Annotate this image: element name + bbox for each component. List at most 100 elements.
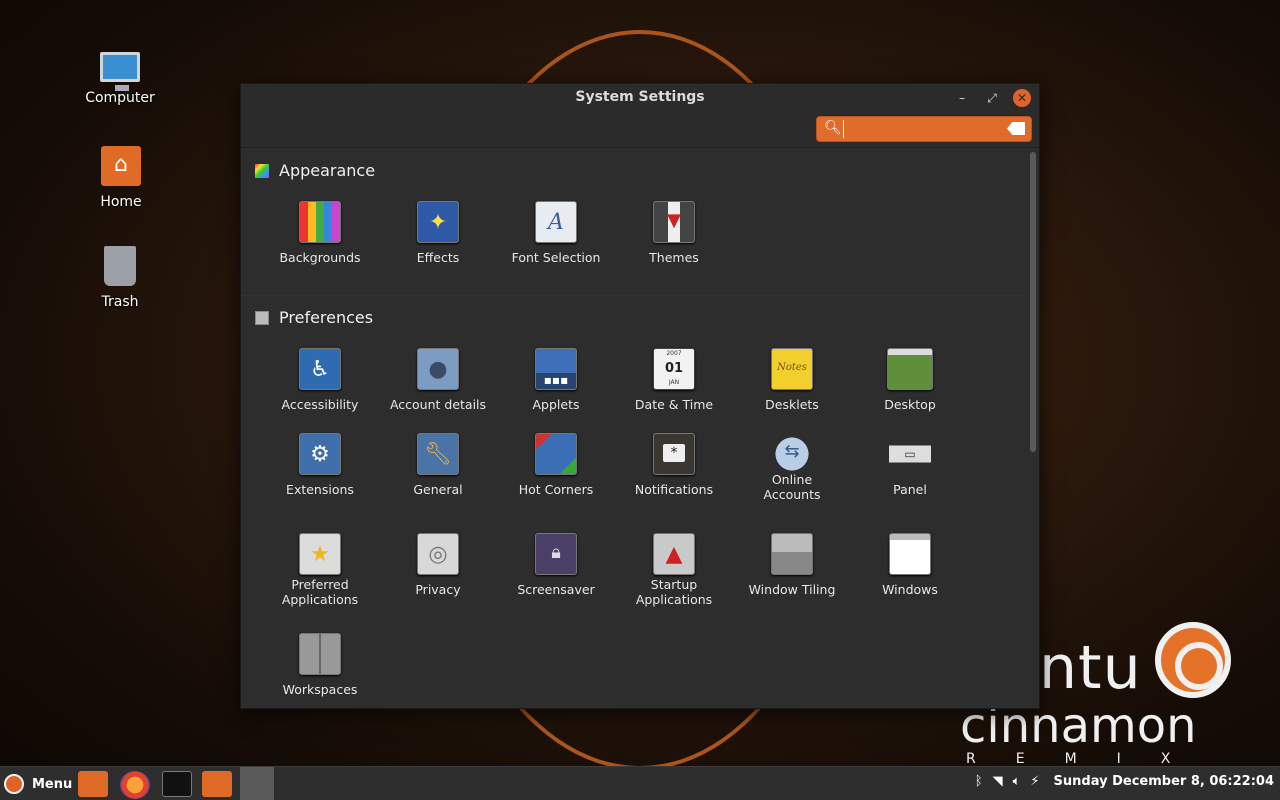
calendar-year: 2007 [666,350,682,357]
notification-icon: * [653,433,695,475]
search-icon: 🔍︎ [824,120,842,136]
backgrounds-icon [299,201,341,243]
menu-button[interactable]: Menu [4,773,72,795]
settings-item-label: Backgrounds [279,250,361,265]
section-title: Appearance [279,161,376,180]
system-settings-taskbar-icon[interactable] [240,767,274,800]
search-input[interactable] [843,120,1003,138]
settings-item-label: Font Selection [511,250,601,265]
settings-item-label: Startup Applications [635,577,713,607]
accessibility-icon: ♿︎ [299,348,341,390]
settings-item-label: Themes [649,250,699,265]
settings-item-label: Applets [532,397,580,412]
settings-scrollbar[interactable] [1030,152,1036,452]
maximize-button[interactable]: ⤢ [983,89,1001,107]
settings-item-themes[interactable]: ▼ Themes [615,201,733,265]
settings-item-windows[interactable]: Windows [851,533,969,597]
window-toolbar: 🔍︎ [241,112,1039,148]
settings-item-label: Extensions [286,482,354,497]
account-icon: ● [417,348,459,390]
minimize-button[interactable]: – [953,89,971,107]
settings-item-label: Desktop [884,397,936,412]
gear-icon: ⚙︎ [299,433,341,475]
brand-word-remix: REMIX [966,751,1211,767]
settings-item-online-accounts[interactable]: ⇆ Online Accounts [733,433,851,502]
settings-item-startup-applications[interactable]: ▲ Startup Applications [615,533,733,607]
desktop-icon [887,348,933,390]
settings-item-general[interactable]: 🔧︎ General [379,433,497,497]
effects-icon: ✦ [417,201,459,243]
home-folder-icon [101,146,141,186]
settings-item-privacy[interactable]: ◎ Privacy [379,533,497,597]
calendar-icon: 2007 01 JAN [653,348,695,390]
wrench-icon: 🔧︎ [417,433,459,475]
calendar-month: JAN [668,379,680,386]
window-title: System Settings [575,89,705,105]
settings-item-label: Windows [882,582,938,597]
settings-item-label: Desklets [765,397,819,412]
volume-icon[interactable]: 🔈︎ [1013,774,1021,789]
settings-item-label: General [413,482,463,497]
section-header-preferences: Preferences [255,308,373,327]
settings-item-desklets[interactable]: Notes Desklets [733,348,851,412]
settings-item-label: Panel [893,482,927,497]
settings-item-effects[interactable]: ✦ Effects [379,201,497,265]
desktop-icon-label: Computer [85,90,155,106]
settings-item-label: Workspaces [282,682,358,697]
settings-item-accessibility[interactable]: ♿︎ Accessibility [261,348,379,412]
settings-item-screensaver[interactable]: 🔒︎ Screensaver [497,533,615,597]
desktop-icon-home[interactable]: Home [76,146,166,210]
safe-icon: ◎ [417,533,459,575]
window-tiling-icon [771,533,813,575]
window-titlebar[interactable]: System Settings – ⤢ ✕ [241,84,1039,112]
font-icon: A [535,201,577,243]
power-icon[interactable]: ⚡︎ [1030,774,1039,789]
settings-content: Appearance Backgrounds ✦ Effects A Font … [241,149,1027,708]
settings-item-workspaces[interactable]: Workspaces [261,633,379,697]
settings-item-label: Privacy [415,582,461,597]
settings-item-account-details[interactable]: ● Account details [379,348,497,412]
settings-item-extensions[interactable]: ⚙︎ Extensions [261,433,379,497]
computer-icon [100,52,140,91]
desktop-icon-label: Home [100,194,142,210]
terminal-icon[interactable] [162,771,192,797]
hot-corners-icon [535,433,577,475]
settings-item-panel[interactable]: ▭ Panel [851,433,969,497]
settings-item-label: Hot Corners [518,482,594,497]
files-icon[interactable] [202,771,232,797]
desktop-icon-trash[interactable]: Trash [75,246,165,310]
preferences-section-icon [255,310,269,325]
star-icon: ★ [299,533,341,575]
menu-label: Menu [32,776,73,792]
close-button[interactable]: ✕ [1013,89,1031,107]
settings-item-label: Date & Time [634,397,714,412]
settings-item-window-tiling[interactable]: Window Tiling [733,533,851,597]
bluetooth-icon[interactable]: ᛒ [975,774,983,789]
wifi-icon[interactable]: ◥ [993,774,1003,789]
settings-item-date-time[interactable]: 2007 01 JAN Date & Time [615,348,733,412]
settings-item-label: Accessibility [281,397,359,412]
settings-item-notifications[interactable]: * Notifications [615,433,733,497]
settings-item-font-selection[interactable]: A Font Selection [497,201,615,265]
appearance-section-icon [255,163,269,178]
section-divider [241,295,1027,296]
show-desktop-icon[interactable] [78,771,108,797]
clear-search-icon[interactable] [1007,122,1025,135]
search-box[interactable]: 🔍︎ [816,116,1032,142]
settings-item-hot-corners[interactable]: Hot Corners [497,433,615,497]
settings-item-preferred-applications[interactable]: ★ Preferred Applications [261,533,379,607]
settings-item-backgrounds[interactable]: Backgrounds [261,201,379,265]
trash-icon [104,246,136,286]
calendar-date: 01 [664,361,684,376]
settings-item-label: Online Accounts [763,472,821,502]
taskbar: Menu ᛒ ◥ 🔈︎ ⚡︎ Sunday December 8, 06:22:… [0,766,1280,800]
desktop-icon-computer[interactable]: Computer [75,46,165,106]
firefox-icon[interactable] [120,771,150,799]
desklets-icon-text: Notes [777,362,807,373]
settings-item-desktop[interactable]: Desktop [851,348,969,412]
clock[interactable]: Sunday December 8, 06:22:04 [1054,774,1274,789]
online-accounts-icon: ⇆ [771,433,813,475]
rocket-icon: ▲ [653,533,695,575]
settings-item-applets[interactable]: ▪▪▪ Applets [497,348,615,412]
settings-item-label: Notifications [634,482,714,497]
